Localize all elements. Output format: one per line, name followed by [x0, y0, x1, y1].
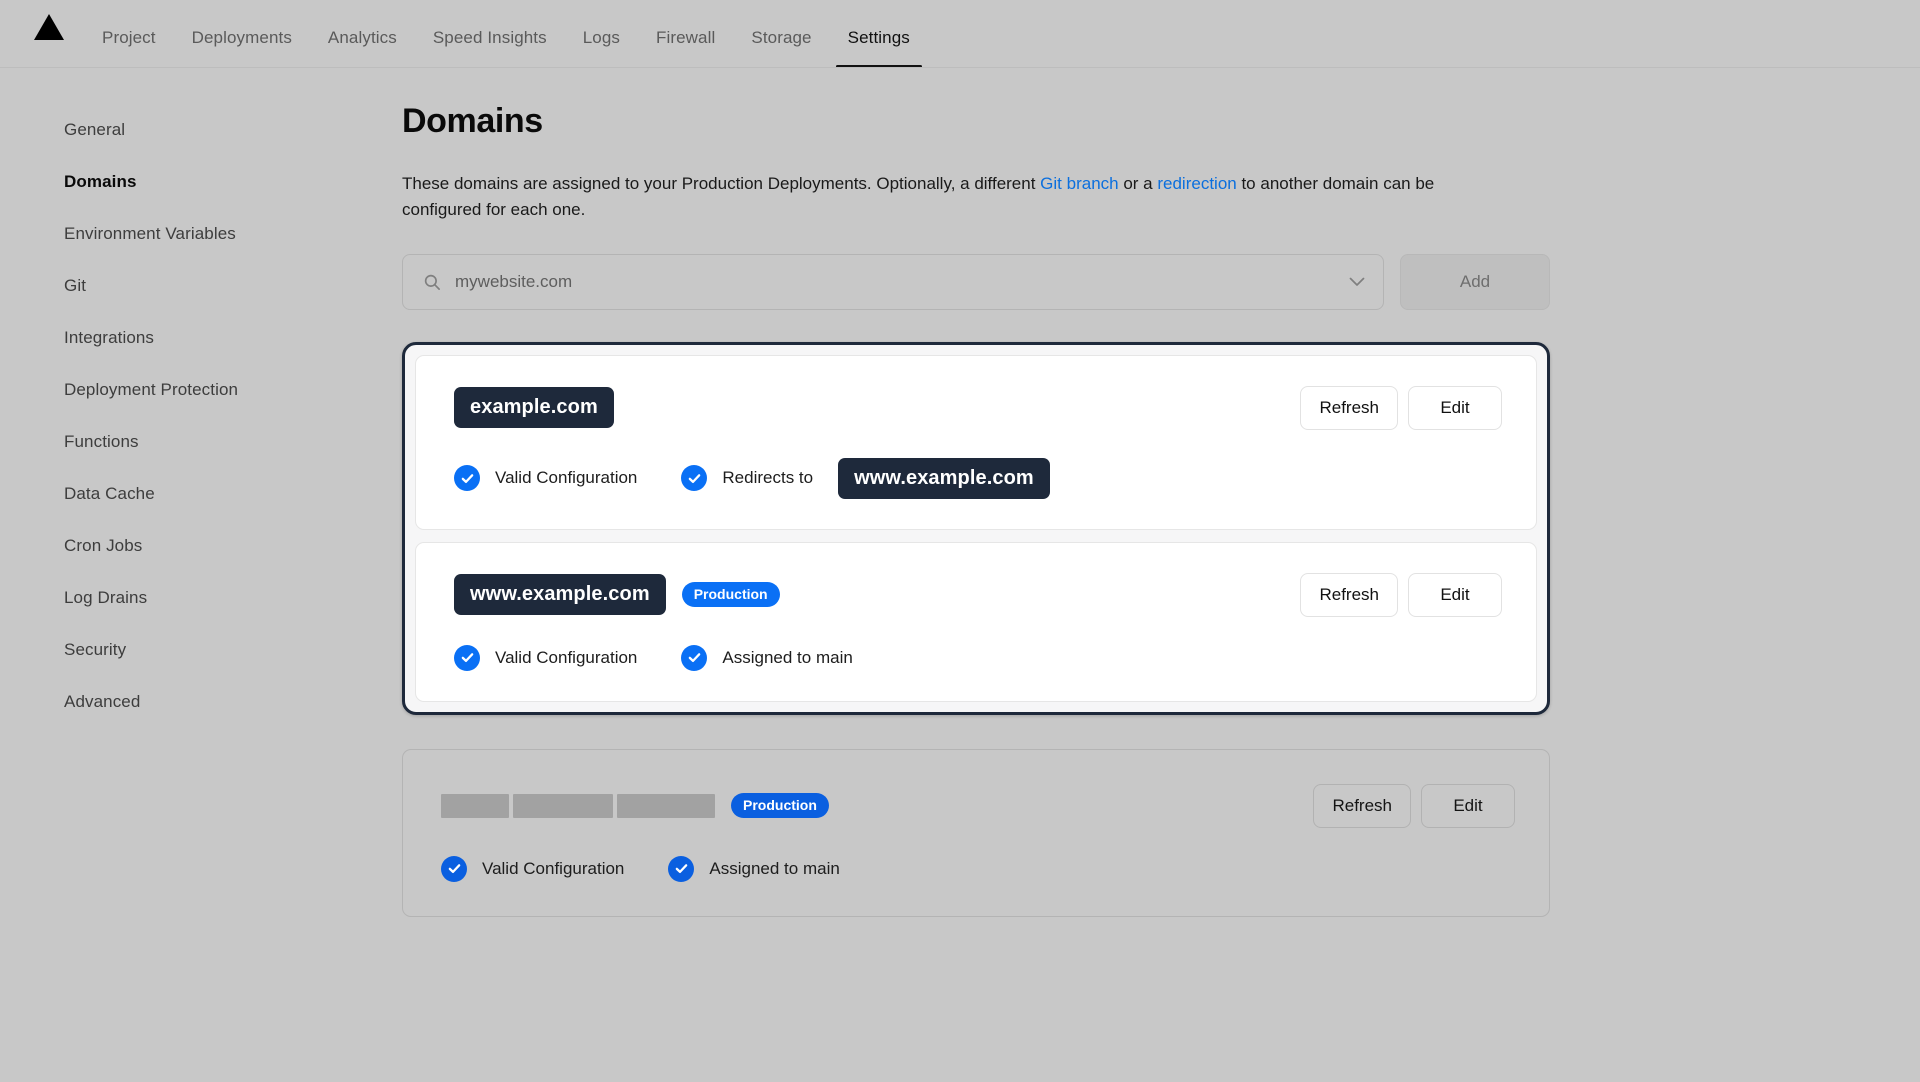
domain-status-row: Valid Configuration Redirects to www.exa…: [454, 457, 1502, 499]
git-branch-link[interactable]: Git branch: [1040, 174, 1118, 193]
refresh-button[interactable]: Refresh: [1300, 572, 1398, 617]
domain-card-www-example-com: www.example.com Production Refresh Edit …: [415, 541, 1537, 702]
check-circle-icon: [681, 644, 708, 671]
edit-button[interactable]: Edit: [1421, 783, 1515, 828]
status-valid-configuration: Valid Configuration: [454, 644, 638, 671]
refresh-button[interactable]: Refresh: [1300, 385, 1398, 430]
status-label: Valid Configuration: [482, 858, 625, 878]
check-circle-icon: [454, 465, 480, 492]
status-redirects-to: Redirects to www.example.com: [681, 457, 1050, 499]
status-label: Valid Configuration: [495, 647, 638, 667]
redacted-bar: [513, 793, 613, 818]
domain-search-input[interactable]: [455, 271, 1335, 292]
edit-button[interactable]: Edit: [1408, 385, 1502, 430]
triangle-logo-icon: [34, 14, 64, 40]
sidebar-item-data-cache[interactable]: Data Cache: [64, 484, 402, 504]
description-text-2: or a: [1118, 174, 1158, 193]
nav-tab-deployments[interactable]: Deployments: [174, 29, 310, 68]
status-assigned-to-branch: Assigned to main: [668, 855, 840, 882]
status-valid-configuration: Valid Configuration: [454, 465, 638, 492]
nav-tab-settings[interactable]: Settings: [830, 29, 928, 68]
settings-sidebar: General Domains Environment Variables Gi…: [0, 102, 402, 1082]
sidebar-item-integrations[interactable]: Integrations: [64, 328, 402, 348]
domain-card-header: Production Refresh Edit: [441, 783, 1515, 828]
redirect-target-pill[interactable]: www.example.com: [838, 457, 1050, 499]
sidebar-item-general[interactable]: General: [64, 120, 402, 140]
redirection-link[interactable]: redirection: [1157, 174, 1236, 193]
page-title: Domains: [402, 102, 543, 140]
nav-tab-storage[interactable]: Storage: [733, 29, 829, 68]
sidebar-item-environment-variables[interactable]: Environment Variables: [64, 224, 402, 244]
add-domain-button[interactable]: Add: [1400, 253, 1550, 310]
sidebar-item-git[interactable]: Git: [64, 276, 402, 296]
redirect-label: Redirects to: [722, 468, 814, 488]
chevron-down-icon[interactable]: [1349, 277, 1365, 287]
main-content: Domains These domains are assigned to yo…: [402, 102, 1920, 1082]
redacted-domain-name: [441, 793, 715, 818]
nav-tab-logs[interactable]: Logs: [565, 29, 638, 68]
nav-tab-speed-insights[interactable]: Speed Insights: [415, 29, 565, 68]
status-label: Valid Configuration: [495, 468, 638, 488]
search-icon: [424, 274, 440, 290]
status-label: Assigned to main: [709, 858, 840, 878]
highlighted-domain-group: example.com Refresh Edit Valid Configura…: [402, 341, 1550, 715]
nav-tab-analytics[interactable]: Analytics: [310, 29, 415, 68]
nav-tab-firewall[interactable]: Firewall: [638, 29, 733, 68]
status-valid-configuration: Valid Configuration: [441, 855, 625, 882]
domain-card-redacted: Production Refresh Edit Valid Configurat…: [402, 748, 1550, 917]
redacted-bar: [441, 793, 509, 818]
sidebar-item-domains[interactable]: Domains: [64, 172, 402, 192]
domain-search-box[interactable]: [402, 253, 1384, 310]
check-circle-icon: [454, 644, 480, 671]
domain-name-row: Production: [441, 792, 829, 819]
domain-card-actions: Refresh Edit: [1313, 783, 1515, 828]
production-badge: Production: [731, 792, 829, 819]
check-circle-icon: [441, 855, 467, 882]
domain-card-header: www.example.com Production Refresh Edit: [454, 572, 1502, 617]
page-body: General Domains Environment Variables Gi…: [0, 68, 1920, 1082]
domain-name-row: example.com: [454, 387, 614, 429]
sidebar-item-advanced[interactable]: Advanced: [64, 692, 402, 712]
domain-card-example-com: example.com Refresh Edit Valid Configura…: [415, 354, 1537, 530]
top-nav-items: Project Deployments Analytics Speed Insi…: [84, 29, 928, 68]
domain-card-actions: Refresh Edit: [1300, 385, 1502, 430]
description-text-1: These domains are assigned to your Produ…: [402, 174, 1041, 193]
refresh-button[interactable]: Refresh: [1313, 783, 1411, 828]
sidebar-item-deployment-protection[interactable]: Deployment Protection: [64, 380, 402, 400]
status-label: Assigned to main: [722, 647, 853, 667]
sidebar-item-functions[interactable]: Functions: [64, 432, 402, 452]
app-logo[interactable]: [26, 0, 72, 68]
domain-card-actions: Refresh Edit: [1300, 572, 1502, 617]
domain-status-row: Valid Configuration Assigned to main: [441, 855, 1515, 882]
sidebar-item-cron-jobs[interactable]: Cron Jobs: [64, 536, 402, 556]
domain-name-pill[interactable]: example.com: [454, 387, 614, 429]
domain-name-pill[interactable]: www.example.com: [454, 574, 666, 616]
domain-status-row: Valid Configuration Assigned to main: [454, 644, 1502, 671]
check-circle-icon: [668, 855, 695, 882]
status-assigned-to-branch: Assigned to main: [681, 644, 853, 671]
domain-card-header: example.com Refresh Edit: [454, 385, 1502, 430]
edit-button[interactable]: Edit: [1408, 572, 1502, 617]
production-badge: Production: [681, 581, 780, 608]
redacted-bar: [617, 793, 715, 818]
nav-tab-project[interactable]: Project: [84, 29, 174, 68]
check-circle-icon: [681, 465, 708, 492]
page-description: These domains are assigned to your Produ…: [402, 171, 1492, 224]
sidebar-item-log-drains[interactable]: Log Drains: [64, 588, 402, 608]
domain-search-row: Add: [402, 253, 1880, 310]
sidebar-item-security[interactable]: Security: [64, 640, 402, 660]
top-navigation-bar: Project Deployments Analytics Speed Insi…: [0, 0, 1920, 68]
domain-name-row: www.example.com Production: [454, 574, 780, 616]
